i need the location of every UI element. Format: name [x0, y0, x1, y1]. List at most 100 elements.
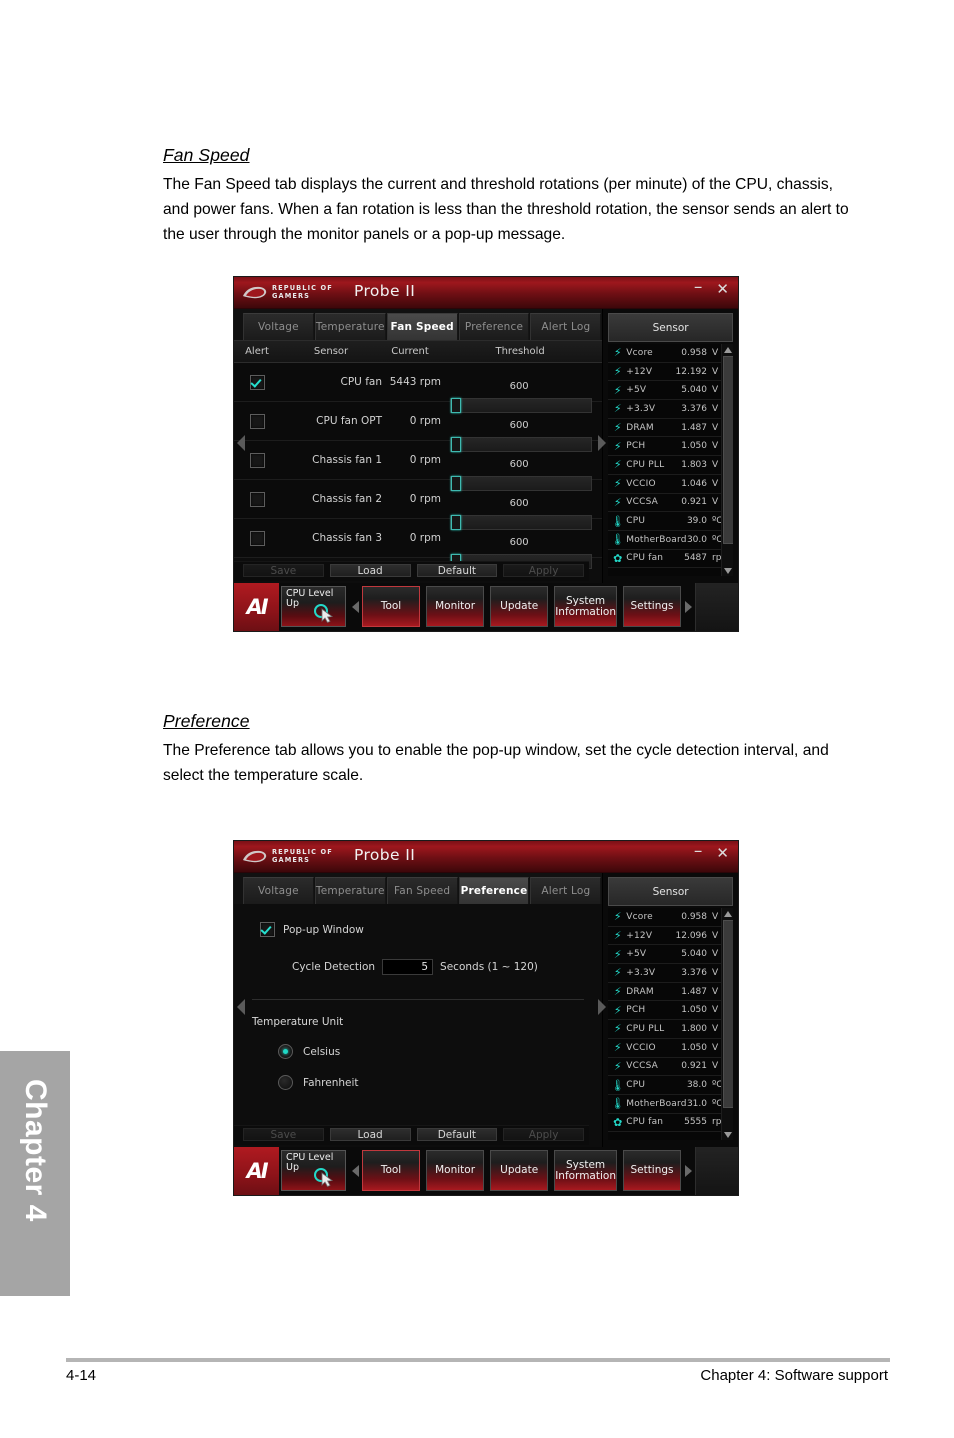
- table-row[interactable]: CPU fan 5443 rpm 600: [234, 363, 603, 413]
- load-button[interactable]: Load: [329, 1128, 411, 1141]
- tab-fan-speed[interactable]: Fan Speed: [386, 313, 458, 340]
- launcher-next-arrow-icon[interactable]: [681, 583, 695, 631]
- cpu-level-up-button[interactable]: CPU Level Up: [281, 586, 346, 627]
- thermometer-icon: 🌡: [610, 1097, 625, 1111]
- tool-button[interactable]: Tool: [362, 586, 421, 627]
- temperature-option-celsius[interactable]: Celsius: [278, 1044, 602, 1059]
- alert-checkbox[interactable]: [249, 530, 265, 546]
- celsius-radio[interactable]: [278, 1044, 293, 1059]
- table-row[interactable]: CPU fan OPT 0 rpm 600: [234, 402, 603, 452]
- probe-ii-window-fan-speed[interactable]: REPUBLIC OF GAMERS Probe II – ✕ Voltage …: [234, 277, 738, 631]
- table-row[interactable]: Chassis fan 3 0 rpm 600: [234, 519, 603, 569]
- sensor-list[interactable]: ⚡ Vcore 0.958 V ⚡ +12V 12.192 V ⚡ +5V 5.040 V ⚡ +3…: [608, 344, 733, 576]
- update-button[interactable]: Update: [490, 586, 549, 627]
- save-button[interactable]: Save: [243, 1128, 324, 1141]
- sensor-value: 0.958: [681, 911, 707, 922]
- temperature-unit-label: Temperature Unit: [252, 1016, 344, 1028]
- table-row[interactable]: Chassis fan 1 0 rpm 600: [234, 441, 603, 491]
- ai-logo-text: AI: [246, 1159, 268, 1183]
- list-item: ⚡ VCCSA 0.921 V: [608, 494, 733, 513]
- collapse-left-arrow-icon[interactable]: [237, 435, 245, 451]
- alert-checkbox-cell[interactable]: [234, 452, 280, 468]
- chapter-side-tab-label: Chapter 4: [19, 1079, 52, 1222]
- ai-logo-text: AI: [246, 595, 268, 619]
- tab-temperature[interactable]: Temperature: [314, 877, 386, 904]
- apply-button[interactable]: Apply: [503, 564, 584, 577]
- monitor-button[interactable]: Monitor: [426, 586, 485, 627]
- default-button[interactable]: Default: [416, 564, 498, 577]
- scroll-up-icon[interactable]: [723, 909, 732, 918]
- system-information-button[interactable]: System Information: [554, 586, 617, 627]
- rog-wordmark: REPUBLIC OF GAMERS: [272, 284, 333, 300]
- scroll-up-icon[interactable]: [723, 345, 732, 354]
- minimize-icon[interactable]: –: [694, 842, 703, 860]
- alert-checkbox[interactable]: [249, 374, 265, 390]
- table-row[interactable]: Chassis fan 2 0 rpm 600: [234, 480, 603, 530]
- alert-checkbox-cell[interactable]: [234, 374, 280, 390]
- collapse-right-arrow-icon[interactable]: [598, 999, 606, 1015]
- launcher-prev-arrow-icon[interactable]: [348, 1147, 362, 1195]
- sensor-scrollbar[interactable]: [721, 908, 733, 1140]
- tab-temperature[interactable]: Temperature: [314, 313, 386, 340]
- probe-ii-window-preference[interactable]: REPUBLIC OF GAMERS Probe II – ✕ Voltage …: [234, 841, 738, 1195]
- thermometer-icon: 🌡: [610, 1078, 625, 1092]
- apply-button[interactable]: Apply: [503, 1128, 584, 1141]
- tab-voltage[interactable]: Voltage: [243, 877, 314, 904]
- sensor-name: +3.3V: [626, 403, 656, 414]
- rog-brand-line2: GAMERS: [272, 855, 311, 864]
- cycle-detection-input[interactable]: 5: [382, 959, 434, 975]
- tab-fan-speed[interactable]: Fan Speed: [386, 877, 458, 904]
- sensor-name: MotherBoard: [626, 1098, 687, 1109]
- default-button[interactable]: Default: [416, 1128, 498, 1141]
- temperature-option-fahrenheit[interactable]: Fahrenheit: [278, 1075, 602, 1090]
- settings-button[interactable]: Settings: [622, 1150, 682, 1191]
- list-item: ⚡ DRAM 1.487 V: [608, 983, 733, 1002]
- minimize-icon[interactable]: –: [694, 278, 703, 296]
- close-icon[interactable]: ✕: [716, 280, 729, 298]
- list-item: ⚡ Vcore 0.958 V: [608, 908, 733, 927]
- tab-alert-log[interactable]: Alert Log: [530, 877, 602, 904]
- launcher-bar: AI CPU Level Up Tool Monitor Update Syst…: [234, 1147, 738, 1195]
- alert-checkbox-cell[interactable]: [234, 491, 280, 507]
- fahrenheit-radio[interactable]: [278, 1075, 293, 1090]
- load-button[interactable]: Load: [329, 564, 411, 577]
- tool-button[interactable]: Tool: [362, 1150, 421, 1191]
- alert-checkbox[interactable]: [249, 491, 265, 507]
- system-information-button[interactable]: System Information: [554, 1150, 617, 1191]
- alert-checkbox-cell[interactable]: [234, 413, 280, 429]
- tab-preference[interactable]: Preference: [458, 313, 530, 340]
- cpu-level-up-button[interactable]: CPU Level Up: [281, 1150, 346, 1191]
- tab-voltage[interactable]: Voltage: [243, 313, 314, 340]
- bolt-icon: ⚡: [613, 439, 622, 453]
- save-button[interactable]: Save: [243, 564, 324, 577]
- popup-window-row[interactable]: Pop-up Window: [260, 922, 602, 937]
- launcher-next-arrow-icon[interactable]: [681, 1147, 695, 1195]
- scrollbar-thumb[interactable]: [723, 920, 733, 1108]
- alert-checkbox[interactable]: [249, 452, 265, 468]
- collapse-right-arrow-icon[interactable]: [598, 435, 606, 451]
- monitor-button[interactable]: Monitor: [426, 1150, 485, 1191]
- tab-alert-log[interactable]: Alert Log: [530, 313, 602, 340]
- scroll-down-icon[interactable]: [723, 566, 732, 575]
- threshold-value: 600: [509, 537, 529, 548]
- update-button[interactable]: Update: [490, 1150, 549, 1191]
- scrollbar-thumb[interactable]: [723, 356, 733, 544]
- launcher-prev-arrow-icon[interactable]: [348, 583, 362, 631]
- alert-checkbox[interactable]: [249, 413, 265, 429]
- scroll-down-icon[interactable]: [723, 1130, 732, 1139]
- tab-preference[interactable]: Preference: [458, 877, 530, 904]
- fan-name: CPU fan: [340, 376, 382, 388]
- window-controls: – ✕: [694, 842, 729, 862]
- collapse-left-arrow-icon[interactable]: [237, 999, 245, 1015]
- threshold-value: 600: [509, 420, 529, 431]
- settings-button[interactable]: Settings: [622, 586, 682, 627]
- popup-window-checkbox[interactable]: [260, 922, 275, 937]
- alert-checkbox-cell[interactable]: [234, 530, 280, 546]
- bolt-icon: ⚡: [613, 1003, 622, 1017]
- sensor-scrollbar[interactable]: [721, 344, 733, 576]
- sensor-list[interactable]: ⚡ Vcore 0.958 V ⚡ +12V 12.096 V ⚡ +5V 5.040 V ⚡ +3…: [608, 908, 733, 1140]
- sensor-name: Vcore: [626, 347, 653, 358]
- close-icon[interactable]: ✕: [716, 844, 729, 862]
- sensor-name: CPU PLL: [626, 459, 665, 470]
- footer-page-number: 4-14: [66, 1367, 97, 1384]
